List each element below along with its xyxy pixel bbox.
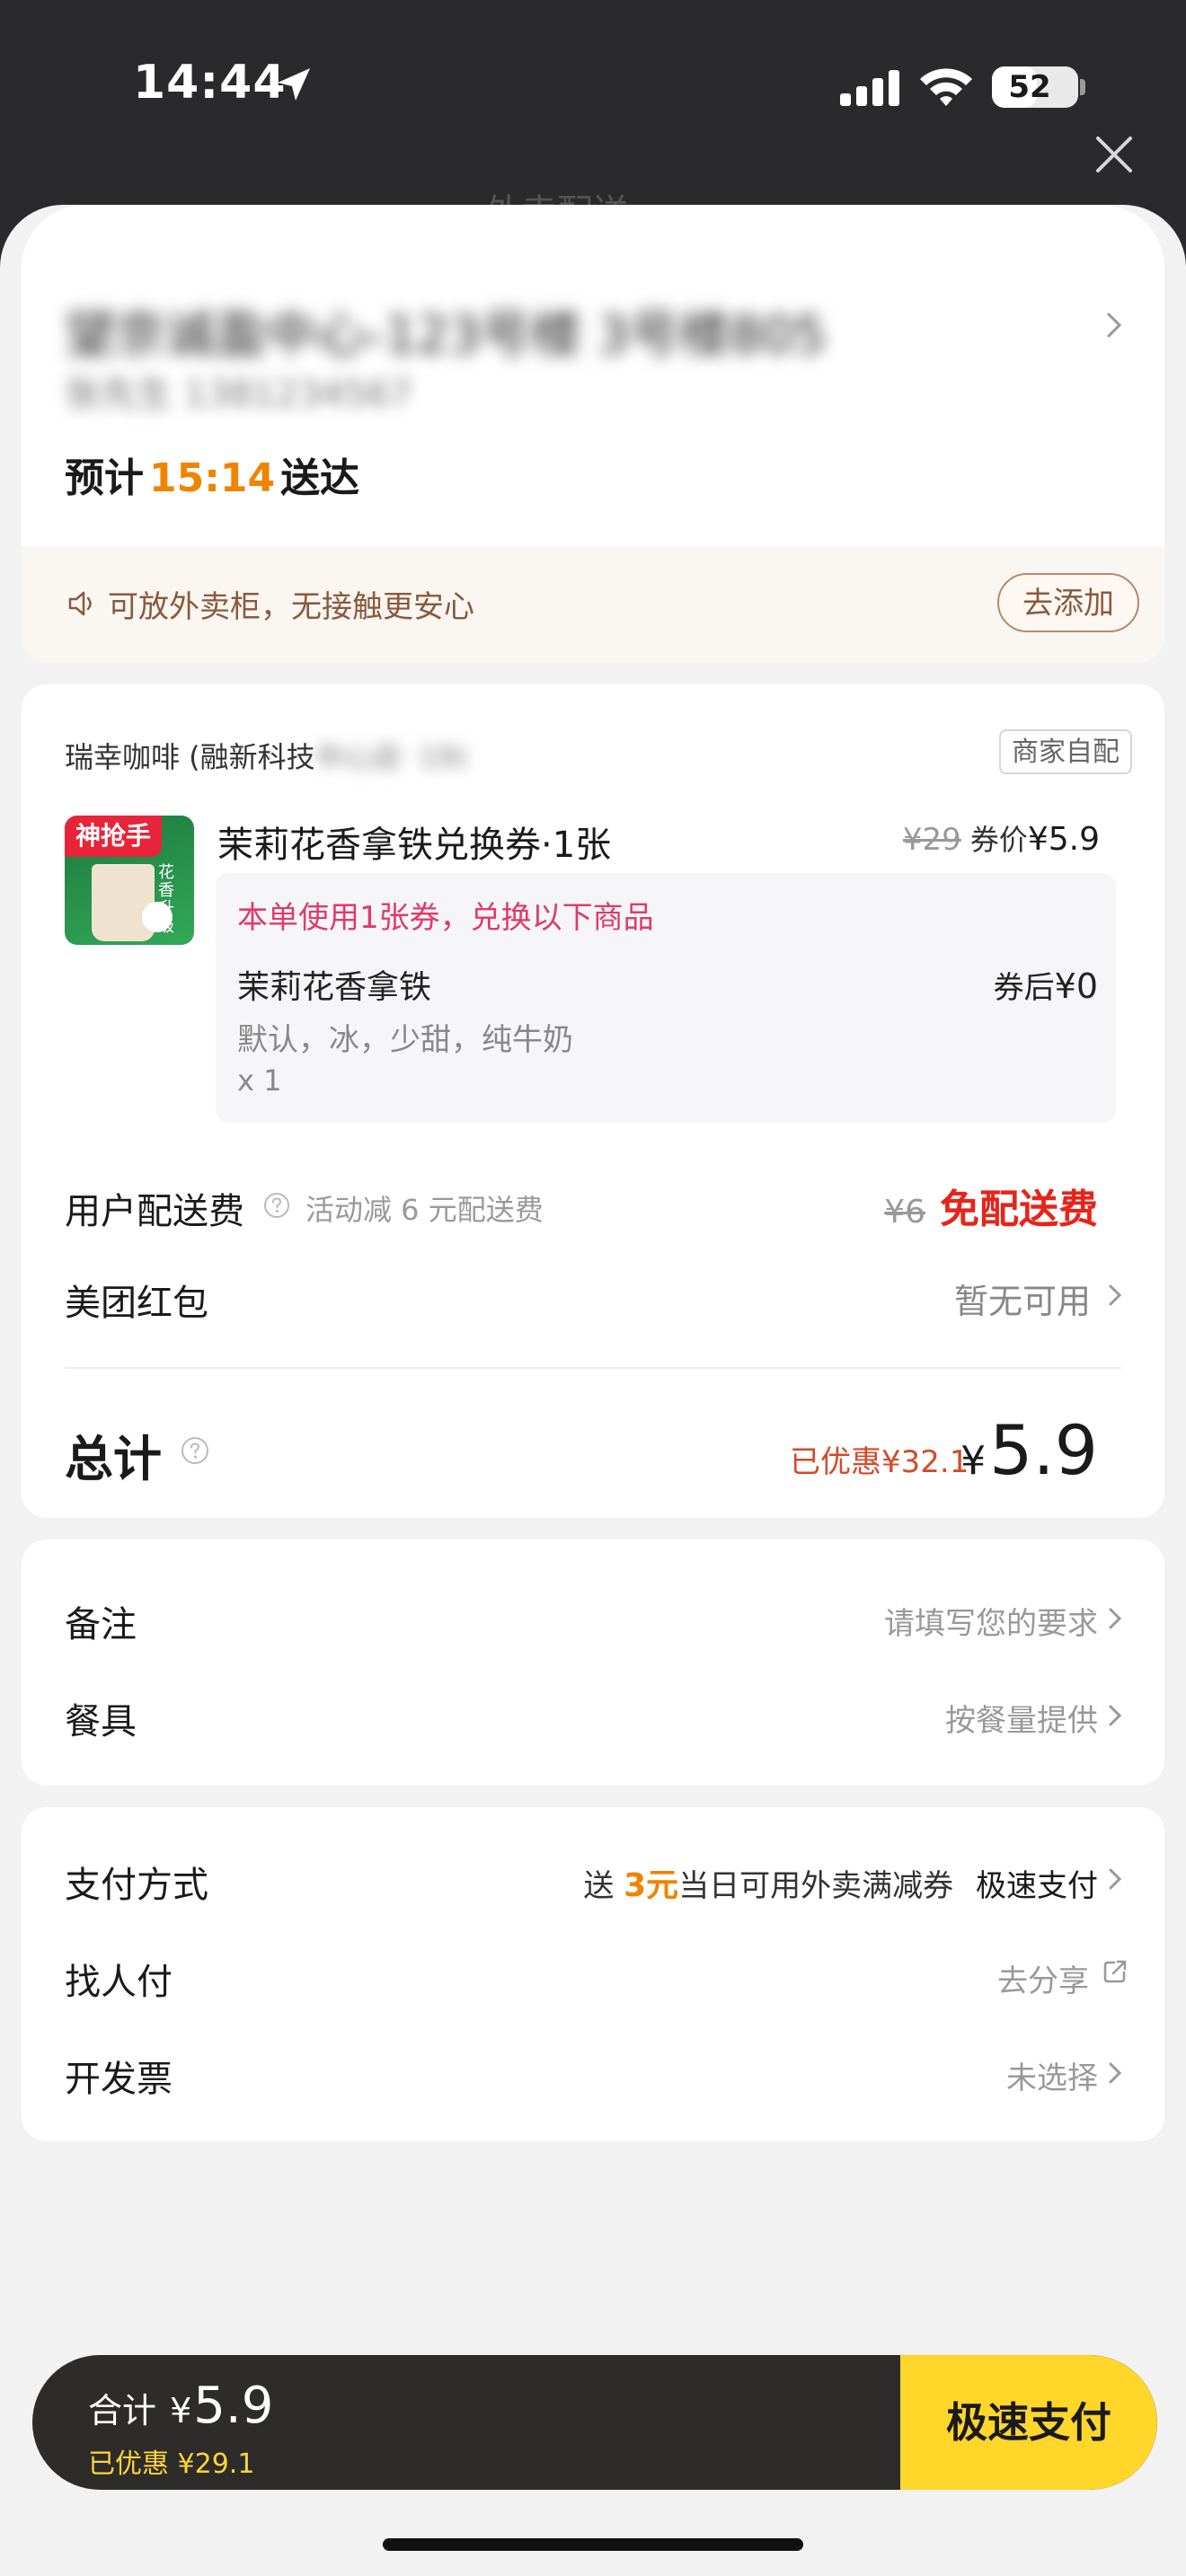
locker-tip-text: 可放外卖柜，无接触更安心 [108,589,474,625]
invoice-label: 开发票 [65,2059,173,2100]
store-name-blurred: 中心店 ·19) [314,740,468,774]
recipient-contact: 张先生 1381234567 [65,374,413,415]
promo-amount: 3元 [624,1867,679,1904]
delivery-fee-original: ¥6 [884,1194,925,1231]
signal-icon [840,70,899,106]
product-thumbnail: 花香升级 神抢手 [65,816,194,945]
store-name-visible: 瑞幸咖啡 (融新科技 [65,740,315,774]
coffee-cup-image [92,864,155,941]
home-indicator[interactable] [383,2538,803,2551]
delivery-eta: 预计 15:14 送达 [65,446,359,503]
chevron-right-icon[interactable] [1107,1604,1123,1633]
remark-input[interactable]: 请填写您的要求 [884,1599,1098,1643]
invoice-value[interactable]: 未选择 [1006,2053,1098,2097]
item-name: 茉莉花香拿铁兑换券·1张 [217,825,612,866]
bottom-discount: 已优惠 ¥29.1 [88,2448,255,2480]
exchange-note: 本单使用1张券，兑换以下商品 [237,900,654,936]
total-label: 总计 [65,1431,162,1487]
red-packet-label: 美团红包 [65,1283,208,1324]
total-value: 5.9 [989,1410,1098,1490]
red-packet-value[interactable]: 暂无可用 [954,1274,1091,1323]
bottom-pay-bar: 合计 ¥5.9 已优惠 ¥29.1 极速支付 [32,2355,1157,2490]
order-card: 瑞幸咖啡 (融新科技中心店 ·19) 商家自配 花香升级 神抢手 茉莉花香拿铁兑… [22,684,1164,1518]
payment-method-label: 支付方式 [65,1865,208,1906]
chevron-right-icon[interactable] [1107,2059,1123,2087]
total-currency: ¥ [960,1438,987,1484]
battery-level: 52 [1008,69,1051,105]
exchange-price-value: ¥0 [1054,966,1098,1006]
bottom-total: 合计 ¥5.9 [88,2377,273,2435]
delivery-address: 望京诚盈中心-123号楼 3号楼805 [65,306,827,365]
add-locker-button[interactable]: 去添加 [997,573,1139,632]
exchange-item-spec: 默认，冰，少甜，纯牛奶 [237,1022,573,1058]
selected-payment-method: 极速支付 [976,1868,1098,1904]
battery-tip [1080,79,1085,95]
free-delivery-text: 免配送费 [940,1187,1098,1232]
bottom-total-value: 5.9 [193,2377,274,2435]
delivery-fee-value: ¥6 免配送费 [884,1177,1098,1234]
thumb-side-text: 花香升级 [158,863,174,936]
location-arrow-icon [278,68,310,101]
exchange-item-quantity: x 1 [237,1063,282,1098]
exchange-item-price: 券后¥0 [994,963,1098,1007]
eta-prefix: 预计 [65,455,144,501]
item-original-price: ¥29 [902,822,961,858]
status-bar: 14:44 52 外卖配送 [0,0,1186,234]
chevron-right-icon[interactable] [1107,1701,1123,1730]
share-icon[interactable] [1102,1958,1128,1985]
divider [65,1367,1121,1369]
help-icon[interactable] [180,1435,210,1466]
chevron-right-icon[interactable] [1107,1865,1123,1893]
exchange-item-name: 茉莉花香拿铁 [237,969,432,1006]
promo-prefix: 送 [583,1868,615,1904]
close-icon[interactable] [1094,135,1134,174]
chevron-right-icon[interactable] [1107,1281,1123,1310]
item-coupon-price: ¥5.9 [1027,821,1100,858]
item-price: ¥29 券价¥5.9 [903,817,1100,859]
wifi-icon [920,68,972,106]
delivery-fee-label: 用户配送费 [65,1191,244,1232]
chevron-right-icon[interactable] [1103,307,1125,343]
share-link[interactable]: 去分享 [997,1956,1089,2000]
tableware-label: 餐具 [65,1701,137,1742]
bottom-total-label: 合计 [88,2391,157,2430]
tableware-value[interactable]: 按餐量提供 [945,1696,1098,1740]
help-icon[interactable] [262,1191,291,1220]
total-discount: 已优惠¥32.1 [790,1444,969,1480]
bottom-total-amount: ¥5.9 [170,2377,273,2435]
promo-suffix: 当日可用外卖满减券 [678,1868,954,1904]
merchant-delivery-tag: 商家自配 [999,729,1132,774]
battery-indicator: 52 [992,66,1078,108]
notes-card: 备注 请填写您的要求 餐具 按餐量提供 [22,1539,1164,1786]
item-price-label: 券价 [969,823,1028,857]
exchange-price-label: 券后 [993,970,1055,1006]
remark-label: 备注 [65,1604,137,1645]
locker-tip-strip: 可放外卖柜，无接触更安心 去添加 [22,546,1164,663]
eta-time: 15:14 [149,455,276,501]
status-time: 14:44 [133,56,287,110]
delivery-fee-discount: 活动减 6 元配送费 [305,1193,544,1227]
address-card: 望京诚盈中心-123号楼 3号楼805 张先生 1381234567 预计 15:… [0,205,1186,663]
address-section[interactable]: 望京诚盈中心-123号楼 3号楼805 张先生 1381234567 预计 15:… [22,205,1164,663]
exchange-detail-box: 本单使用1张券，兑换以下商品 茉莉花香拿铁 券后¥0 默认，冰，少甜，纯牛奶 x… [216,873,1116,1123]
store-name[interactable]: 瑞幸咖啡 (融新科技中心店 ·19) [65,735,467,776]
checkout-sheet: 望京诚盈中心-123号楼 3号楼805 张先生 1381234567 预计 15:… [0,205,1186,2576]
payment-card: 支付方式 送 3元当日可用外卖满减券 极速支付 找人付 去分享 开发票 未选择 [22,1807,1164,2141]
total-amount: ¥5.9 [960,1410,1098,1490]
bottom-currency: ¥ [170,2391,192,2430]
pay-by-friend-label: 找人付 [65,1962,173,2003]
deal-badge: 神抢手 [65,816,162,857]
payment-method-value[interactable]: 送 3元当日可用外卖满减券 极速支付 [583,1859,1098,1906]
pay-button[interactable]: 极速支付 [900,2355,1157,2490]
speaker-icon [68,591,92,616]
eta-suffix: 送达 [280,455,360,501]
